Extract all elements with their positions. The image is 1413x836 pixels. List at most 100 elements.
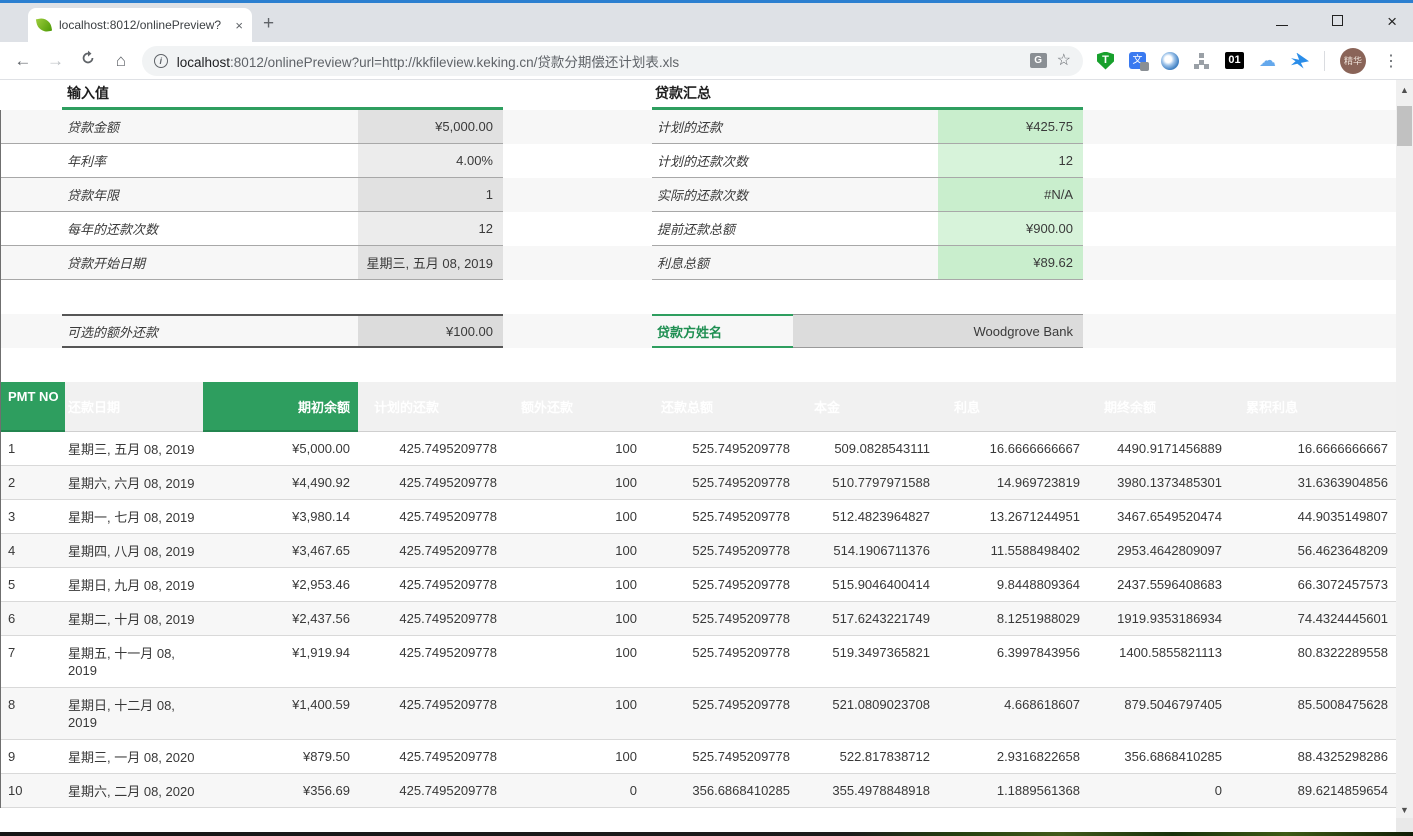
scroll-down-arrow-icon[interactable]: ▼ (1396, 802, 1413, 818)
bird-extension-icon[interactable] (1291, 53, 1309, 69)
cell-total-payment: 525.7495209778 (645, 688, 798, 739)
inputs-table: 贷款金额¥5,000.00 年利率4.00% 贷款年限1 每年的还款次数12 贷… (0, 110, 503, 280)
minimize-button[interactable] (1276, 13, 1288, 31)
cell-end-balance: 3980.1373485301 (1088, 466, 1230, 499)
cell-pmt-no: 2 (0, 466, 65, 499)
page-info-icon[interactable]: i (154, 54, 168, 68)
spreadsheet-preview: 输入值 贷款汇总 贷款金额¥5,000.00 年利率4.00% 贷款年限1 每年… (0, 80, 1396, 832)
reload-icon (80, 50, 96, 66)
translate-extension-icon[interactable]: 文 (1129, 52, 1146, 69)
schedule-header-row: PMT NO 还款日期 期初余额 计划的还款 额外还款 还款总额 本金 利息 期… (0, 382, 1396, 432)
close-button[interactable]: × (1387, 15, 1397, 29)
cell-extra-payment: 100 (505, 688, 645, 739)
maximize-button[interactable] (1332, 13, 1343, 31)
input-label: 贷款开始日期 (62, 246, 358, 279)
new-tab-button[interactable]: + (263, 13, 274, 35)
cell-interest: 9.8448809364 (938, 568, 1088, 601)
schedule-body: 1 星期三, 五月 08, 2019 ¥5,000.00 425.7495209… (0, 432, 1396, 808)
input-value: 4.00% (358, 144, 503, 177)
schedule-row: 3 星期一, 七月 08, 2019 ¥3,980.14 425.7495209… (0, 500, 1396, 534)
cell-interest: 8.1251988029 (938, 602, 1088, 635)
cell-end-balance: 1400.5855821113 (1088, 636, 1230, 687)
header-cumulative-interest: 累积利息 (1230, 382, 1396, 432)
summary-row: 实际的还款次数#N/A (652, 178, 1083, 212)
cell-scheduled-payment: 425.7495209778 (358, 740, 505, 773)
tab-title: localhost:8012/onlinePreview? (59, 18, 231, 32)
home-button[interactable]: ⌂ (111, 51, 131, 71)
leaf-favicon-icon (36, 17, 52, 33)
tab-close-icon[interactable]: × (235, 18, 243, 33)
cell-cumulative-interest: 74.4324445601 (1230, 602, 1396, 635)
cell-principal: 521.0809023708 (798, 688, 938, 739)
shield-extension-icon[interactable]: T (1097, 52, 1114, 70)
cell-extra-payment: 100 (505, 740, 645, 773)
toolbar-divider (1324, 51, 1325, 71)
browser-menu-icon[interactable]: ⋮ (1383, 51, 1399, 71)
cell-total-payment: 525.7495209778 (645, 636, 798, 687)
forward-button[interactable]: → (46, 51, 66, 71)
schedule-row: 9 星期三, 一月 08, 2020 ¥879.50 425.749520977… (0, 740, 1396, 774)
summary-label: 计划的还款次数 (652, 144, 938, 177)
cell-pmt-no: 10 (0, 774, 65, 807)
cell-principal: 509.0828543111 (798, 432, 938, 465)
address-bar[interactable]: i localhost:8012/onlinePreview?url=http:… (142, 46, 1083, 76)
input-row: 年利率4.00% (0, 144, 503, 178)
cell-begin-balance: ¥2,437.56 (203, 602, 358, 635)
counter-extension-badge[interactable]: 01 (1225, 52, 1244, 69)
scroll-up-arrow-icon[interactable]: ▲ (1396, 82, 1413, 98)
cell-begin-balance: ¥2,953.46 (203, 568, 358, 601)
cell-principal: 517.6243221749 (798, 602, 938, 635)
cloud-extension-icon[interactable]: ☁ (1259, 52, 1276, 69)
input-row: 贷款金额¥5,000.00 (0, 110, 503, 144)
swirl-extension-icon[interactable] (1161, 52, 1179, 70)
window-bottom-edge (0, 832, 1413, 836)
schedule-table: PMT NO 还款日期 期初余额 计划的还款 额外还款 还款总额 本金 利息 期… (0, 382, 1396, 808)
schedule-row: 8 星期日, 十二月 08, 2019 ¥1,400.59 425.749520… (0, 688, 1396, 740)
cell-pmt-no: 9 (0, 740, 65, 773)
header-extra-payment: 额外还款 (505, 382, 645, 432)
file-preview-area: 输入值 贷款汇总 贷款金额¥5,000.00 年利率4.00% 贷款年限1 每年… (0, 80, 1413, 832)
profile-avatar[interactable]: 精华 (1340, 48, 1366, 74)
translate-page-icon[interactable]: G (1030, 53, 1047, 68)
cell-principal: 512.4823964827 (798, 500, 938, 533)
cell-pmt-no: 1 (0, 432, 65, 465)
cell-scheduled-payment: 425.7495209778 (358, 568, 505, 601)
cell-interest: 14.969723819 (938, 466, 1088, 499)
cell-date: 星期五, 十一月 08, 2019 (65, 636, 203, 687)
browser-tab[interactable]: localhost:8012/onlinePreview? × (28, 8, 252, 42)
cell-scheduled-payment: 425.7495209778 (358, 688, 505, 739)
header-scheduled-payment: 计划的还款 (358, 382, 505, 432)
vertical-scrollbar[interactable]: ▲ ▼ (1396, 80, 1413, 832)
cell-total-payment: 525.7495209778 (645, 534, 798, 567)
schedule-row: 5 星期日, 九月 08, 2019 ¥2,953.46 425.7495209… (0, 568, 1396, 602)
cell-date: 星期四, 八月 08, 2019 (65, 534, 203, 567)
cell-total-payment: 356.6868410285 (645, 774, 798, 807)
summary-row: 计划的还款¥425.75 (652, 110, 1083, 144)
cell-date: 星期日, 十二月 08, 2019 (65, 688, 203, 739)
bookmark-star-icon[interactable]: ☆ (1057, 53, 1071, 69)
summary-label: 利息总额 (652, 246, 938, 279)
cell-end-balance: 4490.9171456889 (1088, 432, 1230, 465)
cell-extra-payment: 100 (505, 466, 645, 499)
input-row: 每年的还款次数12 (0, 212, 503, 246)
reload-button[interactable] (78, 50, 98, 71)
summary-table: 计划的还款¥425.75 计划的还款次数12 实际的还款次数#N/A 提前还款总… (652, 110, 1083, 280)
cell-begin-balance: ¥879.50 (203, 740, 358, 773)
summary-row: 利息总额¥89.62 (652, 246, 1083, 280)
header-total-payment: 还款总额 (645, 382, 798, 432)
cell-cumulative-interest: 80.8322289558 (1230, 636, 1396, 687)
cell-begin-balance: ¥1,919.94 (203, 636, 358, 687)
sitemap-extension-icon[interactable] (1194, 53, 1210, 69)
cell-pmt-no: 3 (0, 500, 65, 533)
header-begin-balance: 期初余额 (203, 382, 358, 432)
scrollbar-thumb[interactable] (1397, 106, 1412, 146)
back-button[interactable]: ← (13, 51, 33, 71)
lender-value: Woodgrove Bank (793, 314, 1083, 348)
cell-principal: 514.1906711376 (798, 534, 938, 567)
cell-begin-balance: ¥4,490.92 (203, 466, 358, 499)
cell-total-payment: 525.7495209778 (645, 568, 798, 601)
input-label: 年利率 (62, 144, 358, 177)
cell-total-payment: 525.7495209778 (645, 500, 798, 533)
header-end-balance: 期终余额 (1088, 382, 1230, 432)
cell-begin-balance: ¥3,467.65 (203, 534, 358, 567)
